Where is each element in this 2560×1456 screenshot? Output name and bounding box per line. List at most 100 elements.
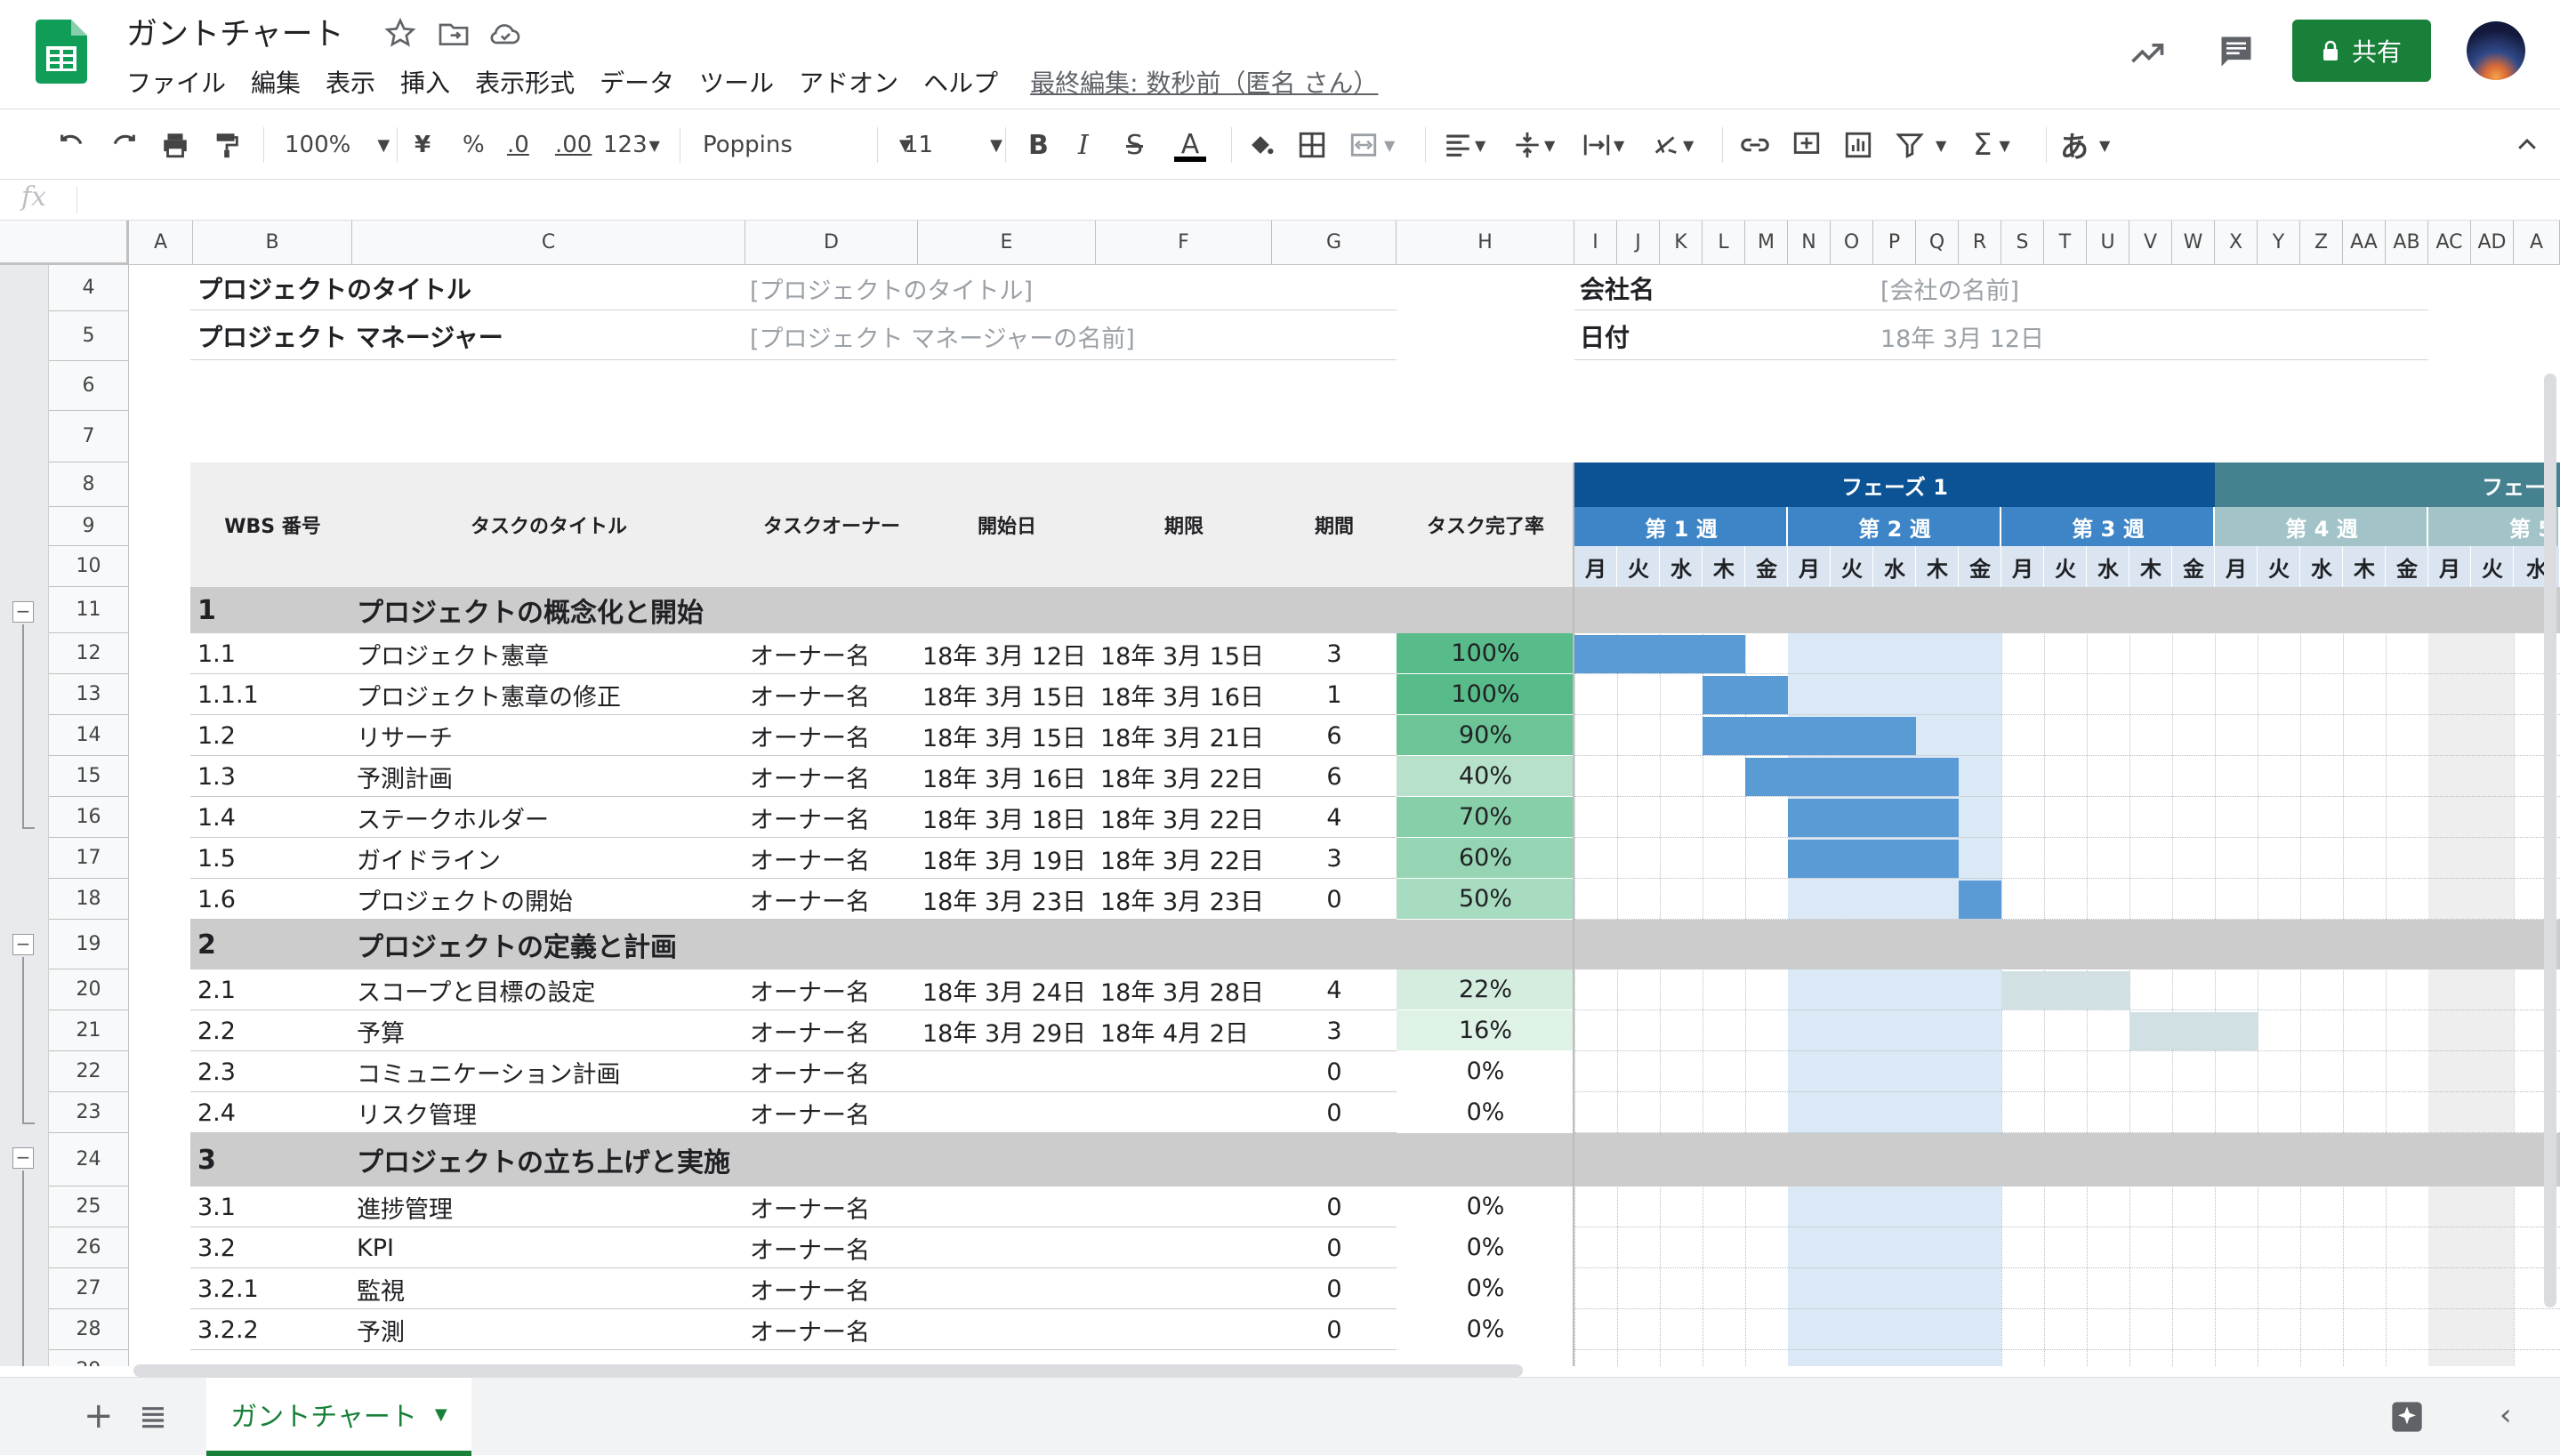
- due-date-cell[interactable]: 18年 3月 22日: [1100, 797, 1264, 838]
- font-size-select[interactable]: 11 ▼: [904, 109, 1002, 181]
- section-title[interactable]: プロジェクトの概念化と開始: [357, 587, 704, 633]
- gantt-bar-cell[interactable]: [1703, 676, 1745, 714]
- gantt-bar-cell[interactable]: [1788, 717, 1831, 755]
- progress-cell[interactable]: 0%: [1397, 1187, 1574, 1227]
- owner-cell[interactable]: オーナー名: [750, 633, 870, 674]
- gantt-bar-cell[interactable]: [1873, 799, 1916, 837]
- task-title-cell[interactable]: ガイドライン: [357, 838, 501, 879]
- gantt-bar-cell[interactable]: [1959, 881, 2001, 919]
- row-header[interactable]: 26: [49, 1227, 129, 1268]
- cloud-saved-icon[interactable]: [487, 16, 523, 52]
- progress-cell[interactable]: 60%: [1397, 838, 1574, 879]
- column-header[interactable]: A: [2514, 221, 2560, 265]
- last-edit-link[interactable]: 最終編集: 数秒前（匿名 さん）: [1030, 64, 1378, 100]
- borders-icon[interactable]: [1297, 109, 1327, 181]
- company-value[interactable]: [会社の名前]: [1880, 265, 2019, 311]
- gantt-bar-cell[interactable]: [1916, 799, 1959, 837]
- owner-cell[interactable]: オーナー名: [750, 715, 870, 756]
- wbs-cell[interactable]: 3.2.1: [197, 1268, 259, 1309]
- share-button[interactable]: 共有: [2292, 20, 2431, 82]
- menu-data[interactable]: データ: [600, 64, 674, 100]
- task-title-cell[interactable]: 監視: [357, 1268, 405, 1309]
- column-header[interactable]: R: [1959, 221, 2001, 265]
- duration-cell[interactable]: 3: [1272, 1010, 1397, 1051]
- row-header[interactable]: 9: [49, 507, 129, 546]
- section-number[interactable]: 2: [197, 920, 216, 969]
- gantt-bar-cell[interactable]: [1703, 635, 1745, 673]
- gantt-bar-cell[interactable]: [1916, 840, 1959, 878]
- wbs-cell[interactable]: 2.3: [197, 1051, 236, 1092]
- gantt-bar-cell[interactable]: [1660, 635, 1703, 673]
- column-header[interactable]: T: [2044, 221, 2087, 265]
- column-header[interactable]: C: [352, 221, 745, 265]
- gantt-bar-cell[interactable]: [1873, 758, 1916, 796]
- row-header[interactable]: 20: [49, 969, 129, 1010]
- gantt-bar-cell[interactable]: [2044, 971, 2087, 1010]
- insert-comment-icon[interactable]: [1791, 109, 1822, 181]
- currency-format-button[interactable]: ¥: [415, 109, 431, 181]
- gantt-bar-cell[interactable]: [1745, 717, 1788, 755]
- zoom-select[interactable]: 100% ▼: [285, 109, 390, 181]
- wbs-cell[interactable]: 1.1.1: [197, 674, 259, 715]
- duration-cell[interactable]: 4: [1272, 969, 1397, 1010]
- row-header[interactable]: 19: [49, 920, 129, 969]
- vertical-align-icon[interactable]: ▼: [1512, 109, 1555, 181]
- row-header[interactable]: 10: [49, 546, 129, 587]
- duration-cell[interactable]: 6: [1272, 756, 1397, 797]
- filter-icon[interactable]: ▼: [1895, 109, 1946, 181]
- document-title[interactable]: ガントチャート: [126, 9, 344, 54]
- column-header[interactable]: O: [1831, 221, 1873, 265]
- gantt-bar-cell[interactable]: [1788, 840, 1831, 878]
- column-header[interactable]: K: [1660, 221, 1703, 265]
- row-header[interactable]: 22: [49, 1051, 129, 1092]
- start-date-cell[interactable]: 18年 3月 15日: [922, 715, 1086, 756]
- duration-cell[interactable]: 0: [1272, 879, 1397, 920]
- column-header[interactable]: B: [193, 221, 352, 265]
- duration-cell[interactable]: 0: [1272, 1309, 1397, 1350]
- column-header[interactable]: I: [1574, 221, 1617, 265]
- row-header[interactable]: 15: [49, 756, 129, 797]
- progress-cell[interactable]: 0%: [1397, 1268, 1574, 1309]
- menu-format[interactable]: 表示形式: [475, 64, 575, 100]
- manager-value[interactable]: [プロジェクト マネージャーの名前]: [750, 311, 1135, 361]
- duration-cell[interactable]: 0: [1272, 1187, 1397, 1227]
- wbs-cell[interactable]: 3.2: [197, 1227, 236, 1268]
- column-header[interactable]: X: [2215, 221, 2258, 265]
- progress-cell[interactable]: 0%: [1397, 1227, 1574, 1268]
- start-date-cell[interactable]: 18年 3月 23日: [922, 879, 1086, 920]
- due-date-cell[interactable]: 18年 3月 22日: [1100, 838, 1264, 879]
- font-family-select[interactable]: Poppins ▼: [703, 109, 912, 181]
- collapse-group-icon[interactable]: −: [12, 601, 34, 623]
- section-number[interactable]: 3: [197, 1133, 216, 1187]
- redo-icon[interactable]: [109, 109, 139, 181]
- column-header[interactable]: S: [2001, 221, 2044, 265]
- duration-cell[interactable]: 1: [1272, 674, 1397, 715]
- menu-insert[interactable]: 挿入: [400, 64, 450, 100]
- progress-cell[interactable]: 50%: [1397, 879, 1574, 920]
- gantt-bar-cell[interactable]: [1703, 717, 1745, 755]
- owner-cell[interactable]: オーナー名: [750, 1227, 870, 1268]
- activity-trend-icon[interactable]: [2128, 34, 2167, 73]
- formula-bar[interactable]: fx: [0, 180, 2560, 221]
- start-date-cell[interactable]: 18年 3月 24日: [922, 969, 1086, 1010]
- duration-cell[interactable]: 3: [1272, 633, 1397, 674]
- row-header[interactable]: 27: [49, 1268, 129, 1309]
- owner-cell[interactable]: オーナー名: [750, 838, 870, 879]
- duration-cell[interactable]: 0: [1272, 1092, 1397, 1133]
- due-date-cell[interactable]: 18年 3月 16日: [1100, 674, 1264, 715]
- collapse-group-icon[interactable]: −: [12, 1147, 34, 1169]
- duration-cell[interactable]: 6: [1272, 715, 1397, 756]
- menu-file[interactable]: ファイル: [126, 64, 226, 100]
- due-date-cell[interactable]: 18年 3月 28日: [1100, 969, 1264, 1010]
- row-header[interactable]: 7: [49, 411, 129, 463]
- decrease-decimal-button[interactable]: .0: [507, 109, 529, 181]
- wbs-cell[interactable]: 3.1: [197, 1187, 236, 1227]
- task-title-cell[interactable]: プロジェクトの開始: [357, 879, 573, 920]
- strikethrough-icon[interactable]: S: [1126, 109, 1143, 181]
- task-title-cell[interactable]: 予算: [357, 1010, 405, 1051]
- star-icon[interactable]: [382, 16, 418, 52]
- owner-cell[interactable]: オーナー名: [750, 797, 870, 838]
- text-color-icon[interactable]: A: [1174, 109, 1206, 181]
- gantt-bar-cell[interactable]: [1745, 758, 1788, 796]
- row-header[interactable]: 8: [49, 463, 129, 507]
